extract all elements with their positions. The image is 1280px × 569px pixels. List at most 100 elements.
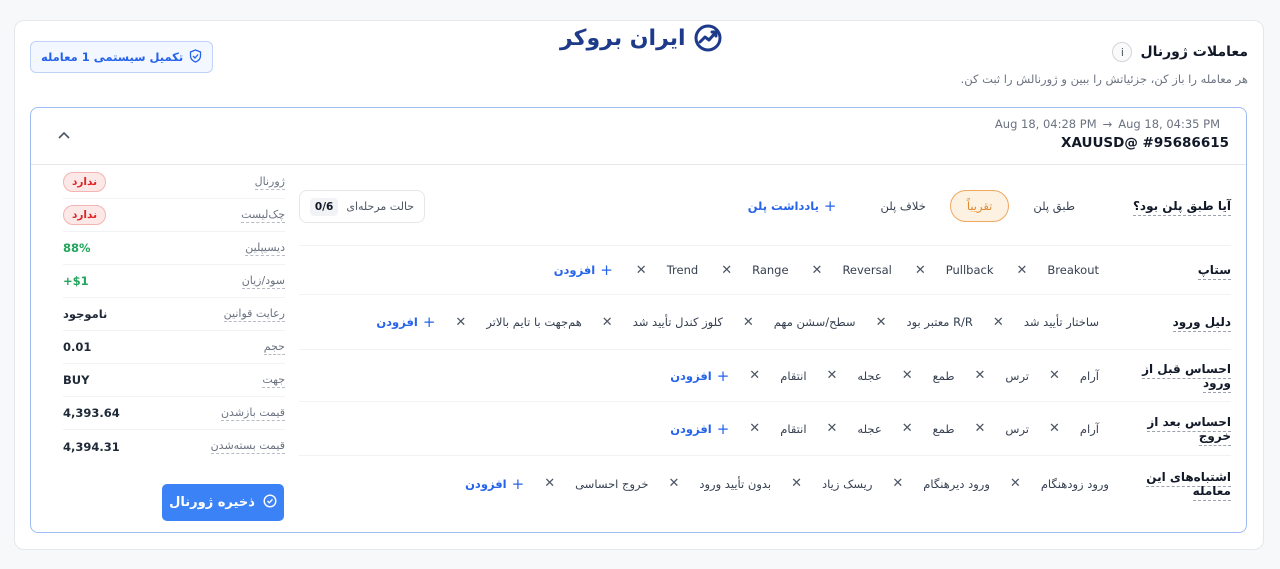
save-journal-label: ذخیره ژورنال xyxy=(169,495,255,510)
page-header: معاملات ژورنال i xyxy=(1112,42,1248,62)
summary-value: 0.01 xyxy=(63,340,92,354)
close-icon[interactable]: ✕ xyxy=(749,421,760,436)
close-icon[interactable]: ✕ xyxy=(668,476,679,491)
close-icon[interactable]: ✕ xyxy=(544,476,555,491)
close-icon[interactable]: ✕ xyxy=(1010,476,1021,491)
close-icon[interactable]: ✕ xyxy=(721,263,732,278)
plan-note-button[interactable]: + یادداشت پلن xyxy=(748,197,837,215)
save-journal-button[interactable]: ذخیره ژورنال xyxy=(162,484,284,521)
mistakes-row: اشتباه‌های این معامله ورود زودهنگام ✕ ورو… xyxy=(299,456,1231,511)
chip: عجله ✕ xyxy=(826,368,882,383)
plan-option-almost[interactable]: تقریباً xyxy=(949,189,1010,222)
setup-row: ستاپ Breakout ✕ Pullback ✕ Reversal ✕ Range… xyxy=(299,246,1231,295)
shield-check-icon xyxy=(189,48,202,66)
plus-icon: + xyxy=(422,313,436,331)
journal-fields: آیا طبق پلن بود؟ طبق پلن تقریباً خلاف پل… xyxy=(299,166,1231,511)
trade-header: Aug 18, 04:28 PM → Aug 18, 04:35 PM XAUU… xyxy=(31,108,1246,165)
stage-mode-toggle[interactable]: حالت مرحله‌ای 0/6 xyxy=(299,190,425,223)
close-icon[interactable]: ✕ xyxy=(876,315,887,330)
summary-row-volume: حجم 0.01 xyxy=(63,331,285,364)
chip: Trend ✕ xyxy=(635,262,699,278)
summary-row-checklist: چک‌لیست ندارد xyxy=(63,199,285,232)
check-circle-icon xyxy=(263,493,277,512)
add-mistake-button[interactable]: + افزودن xyxy=(465,475,524,493)
chip: Pullback ✕ xyxy=(914,262,994,278)
chip: Reversal ✕ xyxy=(811,262,892,278)
plus-icon: + xyxy=(716,419,730,438)
summary-label: چک‌لیست xyxy=(241,207,285,223)
close-icon[interactable]: ✕ xyxy=(743,315,754,330)
plus-icon: + xyxy=(716,366,730,385)
brand-logo[interactable]: ایران بروکر xyxy=(560,20,724,56)
chip: طمع ✕ xyxy=(901,421,955,436)
plus-icon: + xyxy=(511,474,525,493)
summary-row-direction: جهت BUY xyxy=(63,364,285,397)
summary-row-pnl: سود/زیان +$1 xyxy=(63,265,285,298)
chip: آرام ✕ xyxy=(1049,368,1099,383)
plan-option-off-plan[interactable]: خلاف پلن xyxy=(865,191,942,221)
row-label: احساس قبل از ورود xyxy=(1115,361,1231,393)
feeling-before-row: احساس قبل از ورود آرام ✕ ترس ✕ طمع ✕ عجله ✕ … xyxy=(299,350,1231,402)
summary-label: دیسیپلین xyxy=(245,240,285,256)
chip: ترس ✕ xyxy=(974,421,1030,436)
plan-option-on-plan[interactable]: طبق پلن xyxy=(1017,191,1091,221)
entry-reason-row: دلیل ورود ساختار تأیید شد ✕ R/R معتبر بود… xyxy=(299,295,1231,350)
close-time: Aug 18, 04:35 PM xyxy=(1118,117,1220,131)
chip: انتقام ✕ xyxy=(749,421,807,436)
close-icon[interactable]: ✕ xyxy=(749,368,760,383)
close-icon[interactable]: ✕ xyxy=(602,315,613,330)
row-label: ستاپ xyxy=(1115,263,1231,280)
chevron-up-icon[interactable] xyxy=(55,126,73,144)
add-feeling-before-button[interactable]: + افزودن xyxy=(670,367,729,385)
close-icon[interactable]: ✕ xyxy=(892,476,903,491)
chip: R/R معتبر بود ✕ xyxy=(875,314,973,330)
summary-row-open-price: قیمت بازشدن 4,393.64 xyxy=(63,397,285,430)
chip: سطح/سشن مهم ✕ xyxy=(742,314,856,330)
close-icon[interactable]: ✕ xyxy=(827,421,838,436)
stage-count: 0/6 xyxy=(309,197,339,216)
add-setup-button[interactable]: + افزودن xyxy=(554,261,613,279)
close-icon[interactable]: ✕ xyxy=(455,315,466,330)
plus-icon: + xyxy=(600,261,613,279)
status-badge: ندارد xyxy=(63,205,107,225)
summary-label: ژورنال xyxy=(254,174,285,190)
status-badge: ندارد xyxy=(63,172,107,192)
chip: آرام ✕ xyxy=(1049,421,1099,436)
close-icon[interactable]: ✕ xyxy=(1017,263,1028,278)
chip: ساختار تأیید شد ✕ xyxy=(992,314,1099,330)
close-icon[interactable]: ✕ xyxy=(636,263,647,278)
close-icon[interactable]: ✕ xyxy=(791,476,802,491)
close-icon[interactable]: ✕ xyxy=(975,421,986,436)
chip: Range ✕ xyxy=(721,262,789,278)
chip: عجله ✕ xyxy=(826,421,882,436)
feeling-after-row: احساس بعد از خروج آرام ✕ ترس ✕ طمع ✕ عجله ✕ … xyxy=(299,402,1231,456)
close-icon[interactable]: ✕ xyxy=(902,368,913,383)
close-icon[interactable]: ✕ xyxy=(915,263,926,278)
add-feeling-after-button[interactable]: + افزودن xyxy=(670,420,729,438)
close-icon[interactable]: ✕ xyxy=(1049,421,1060,436)
close-icon[interactable]: ✕ xyxy=(827,368,838,383)
open-time: Aug 18, 04:28 PM xyxy=(994,117,1097,131)
chip: ورود زودهنگام ✕ xyxy=(1009,476,1109,491)
auto-complete-label: تکمیل سیستمی 1 معامله xyxy=(41,50,184,64)
summary-label: سود/زیان xyxy=(241,273,285,289)
close-icon[interactable]: ✕ xyxy=(812,263,823,278)
summary-value: 4,393.64 xyxy=(63,406,120,420)
summary-value: 4,394.31 xyxy=(63,439,120,454)
close-icon[interactable]: ✕ xyxy=(902,421,913,436)
chip: بدون تأیید ورود ✕ xyxy=(668,476,772,491)
auto-complete-button[interactable]: تکمیل سیستمی 1 معامله xyxy=(30,41,214,73)
add-entry-reason-button[interactable]: + افزودن xyxy=(376,313,435,331)
summary-label: رعایت قوانین xyxy=(223,306,285,322)
row-label: احساس بعد از خروج xyxy=(1115,414,1231,446)
chip: کلوز کندل تأیید شد ✕ xyxy=(601,314,723,330)
close-icon[interactable]: ✕ xyxy=(1049,368,1060,383)
chip: طمع ✕ xyxy=(901,368,955,383)
close-icon[interactable]: ✕ xyxy=(993,315,1004,330)
close-icon[interactable]: ✕ xyxy=(975,368,986,383)
info-icon[interactable]: i xyxy=(1112,42,1133,62)
stage-mode-label: حالت مرحله‌ای xyxy=(346,200,415,213)
summary-label: حجم xyxy=(263,339,285,355)
summary-label: قیمت بسته‌شدن xyxy=(210,439,285,454)
row-label: آیا طبق پلن بود؟ xyxy=(1115,198,1231,216)
